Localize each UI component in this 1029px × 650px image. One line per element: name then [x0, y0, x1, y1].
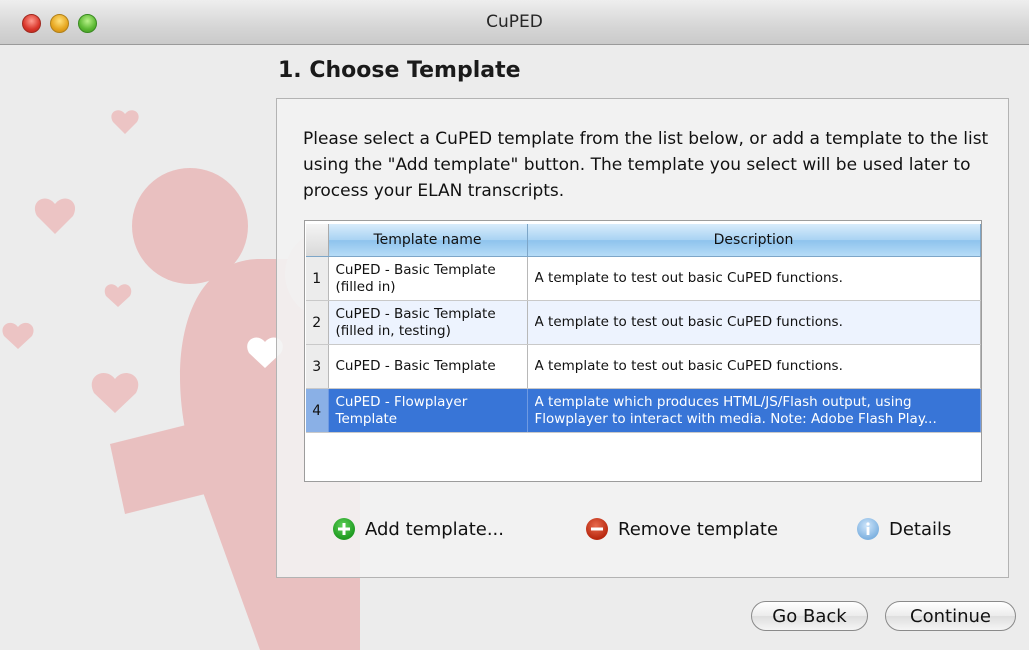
instructions-text: Please select a CuPED template from the … — [303, 129, 989, 201]
table-row[interactable]: 3 CuPED - Basic Template A template to t… — [306, 344, 981, 389]
template-name: CuPED - Basic Template (filled in, testi… — [335, 305, 496, 339]
heart-icon — [2, 322, 34, 349]
heart-icon — [104, 284, 132, 307]
description-cell: A template to test out basic CuPED funct… — [527, 344, 981, 389]
template-name-cell: CuPED - Basic Template — [328, 344, 528, 389]
table-row-selected[interactable]: 4 CuPED - Flowplayer Template A template… — [306, 388, 981, 433]
table-row[interactable]: 1 CuPED - Basic Template (filled in) A t… — [306, 256, 981, 301]
template-description: A template to test out basic CuPED funct… — [534, 358, 843, 374]
description-cell: A template to test out basic CuPED funct… — [527, 256, 981, 301]
info-icon — [857, 518, 879, 540]
heart-icon — [34, 198, 76, 234]
row-number: 1 — [306, 256, 329, 301]
template-name: CuPED - Basic Template — [335, 358, 496, 374]
minus-icon — [586, 518, 608, 540]
description-cell: A template which produces HTML/JS/Flash … — [527, 388, 981, 433]
heart-icon — [91, 373, 139, 413]
template-name-cell: CuPED - Flowplayer Template — [328, 388, 528, 433]
remove-template-button[interactable]: Remove template — [586, 515, 778, 543]
cuped-window: CuPED 1. Choose Template Please select a… — [0, 0, 1029, 650]
add-template-label: Add template... — [365, 518, 504, 540]
description-cell: A template to test out basic CuPED funct… — [527, 300, 981, 345]
template-name: CuPED - Flowplayer Template — [335, 393, 468, 427]
template-name-cell: CuPED - Basic Template (filled in, testi… — [328, 300, 528, 345]
template-description: A template to test out basic CuPED funct… — [534, 270, 843, 286]
column-header-template-name[interactable]: Template name — [328, 224, 528, 257]
row-number: 4 — [306, 388, 329, 433]
template-description: A template which produces HTML/JS/Flash … — [534, 393, 937, 427]
title-bar[interactable]: CuPED — [0, 0, 1029, 45]
add-template-button[interactable]: Add template... — [333, 515, 504, 543]
window-title: CuPED — [486, 12, 543, 32]
table-header-row: Template name Description — [306, 224, 981, 257]
continue-button[interactable]: Continue — [885, 601, 1016, 631]
remove-template-label: Remove template — [618, 518, 779, 540]
heart-icon — [111, 110, 139, 134]
template-name: CuPED - Basic Template (filled in) — [335, 261, 496, 295]
template-table: Template name Description 1 CuPED - Basi… — [304, 220, 982, 482]
column-header-description[interactable]: Description — [527, 224, 981, 257]
step-heading: 1. Choose Template — [278, 58, 521, 83]
row-number: 3 — [306, 344, 329, 389]
template-description: A template to test out basic CuPED funct… — [534, 314, 843, 330]
row-number: 2 — [306, 300, 329, 345]
details-button[interactable]: Details — [857, 515, 951, 543]
table-row[interactable]: 2 CuPED - Basic Template (filled in, tes… — [306, 300, 981, 345]
go-back-button[interactable]: Go Back — [751, 601, 868, 631]
plus-icon — [333, 518, 355, 540]
details-label: Details — [889, 518, 952, 540]
template-name-cell: CuPED - Basic Template (filled in) — [328, 256, 528, 301]
row-number-header — [306, 224, 329, 257]
